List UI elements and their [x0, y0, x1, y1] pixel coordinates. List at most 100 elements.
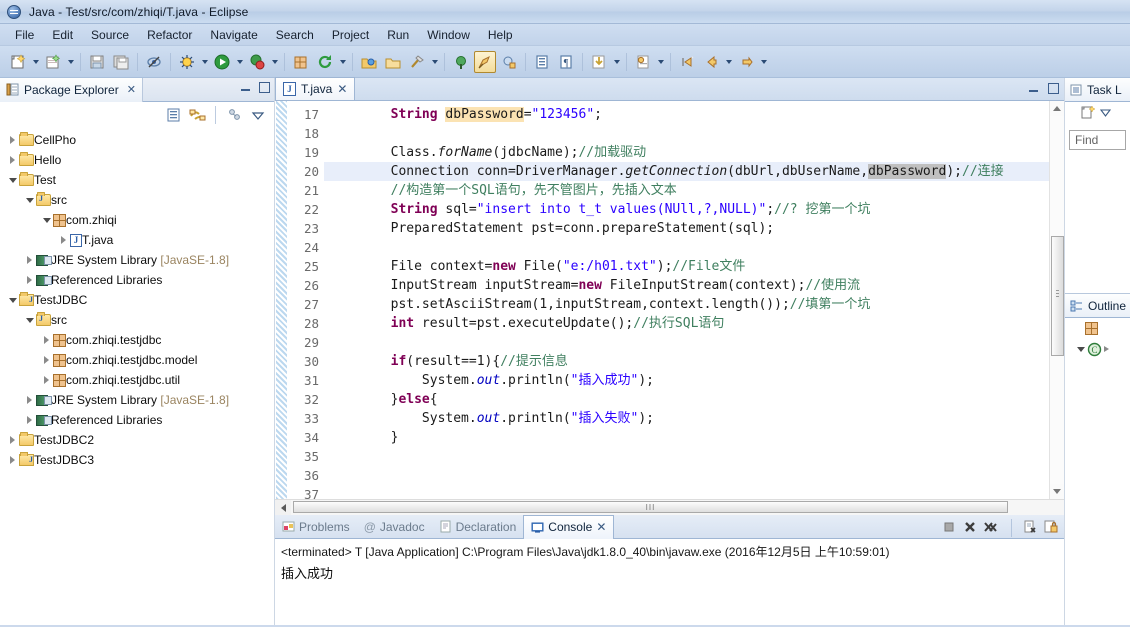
vertical-scroll-track[interactable] [1049, 116, 1064, 484]
menu-item-window[interactable]: Window [418, 26, 479, 44]
forward-icon[interactable] [735, 51, 757, 73]
scroll-left-arrow-icon[interactable] [275, 500, 291, 515]
tree-item[interactable]: com.zhiqi.testjdbc.model [0, 350, 274, 370]
debug-dropdown-arrow[interactable] [199, 51, 210, 73]
quick-access-dropdown-arrow[interactable] [655, 51, 666, 73]
code-line[interactable]: System.out.println("插入失败"); [324, 409, 1049, 428]
twisty-open-icon[interactable] [6, 298, 19, 303]
twisty-closed-icon[interactable] [23, 256, 36, 264]
twisty-open-icon[interactable] [1077, 346, 1085, 352]
code-line[interactable]: } [324, 428, 1049, 447]
tab-problems[interactable]: Problems [275, 515, 357, 539]
toggle-mark-occurrences-icon[interactable] [143, 51, 165, 73]
outline-item-class[interactable]: C [1065, 338, 1130, 360]
tab-console[interactable]: Console ✕ [523, 514, 615, 539]
tree-item[interactable]: com.zhiqi.testjdbc [0, 330, 274, 350]
code-line[interactable] [324, 333, 1049, 352]
next-annotation-icon[interactable] [450, 51, 472, 73]
twisty-closed-icon[interactable] [6, 456, 19, 464]
menu-item-refactor[interactable]: Refactor [138, 26, 201, 44]
quick-access-icon[interactable] [632, 51, 654, 73]
new-task-icon[interactable] [1081, 105, 1096, 123]
back-dropdown-arrow[interactable] [723, 51, 734, 73]
code-line[interactable]: PreparedStatement pst=conn.prepareStatem… [324, 219, 1049, 238]
download-dropdown-arrow[interactable] [611, 51, 622, 73]
editor-vertical-scrollbar[interactable] [1049, 101, 1064, 499]
minimize-icon[interactable] [1028, 83, 1039, 94]
twisty-closed-icon[interactable] [23, 416, 36, 424]
maximize-icon[interactable] [259, 82, 270, 93]
remove-launch-icon[interactable] [963, 520, 977, 537]
code-line[interactable]: File context=new File("e:/h01.txt");//Fi… [324, 257, 1049, 276]
tree-item[interactable]: TestJDBC [0, 290, 274, 310]
remove-all-terminated-icon[interactable] [984, 520, 1000, 537]
save-all-icon[interactable] [110, 51, 132, 73]
tree-item[interactable]: CellPho [0, 130, 274, 150]
outline-tabbar[interactable]: Outline [1065, 294, 1130, 318]
menu-item-project[interactable]: Project [323, 26, 378, 44]
menu-item-source[interactable]: Source [82, 26, 138, 44]
maximize-icon[interactable] [1048, 83, 1059, 94]
code-line[interactable]: int result=pst.executeUpdate();//执行SQL语句 [324, 314, 1049, 333]
search-icon[interactable] [406, 51, 428, 73]
menu-item-edit[interactable]: Edit [43, 26, 82, 44]
refresh-dropdown-arrow[interactable] [337, 51, 348, 73]
marker-bar[interactable] [275, 101, 290, 499]
close-icon[interactable]: ✕ [596, 520, 606, 534]
twisty-open-icon[interactable] [6, 178, 19, 183]
task-list-body[interactable] [1065, 150, 1130, 293]
tree-item[interactable]: Referenced Libraries [0, 270, 274, 290]
minimize-icon[interactable] [240, 82, 251, 93]
twisty-closed-icon[interactable] [6, 156, 19, 164]
code-line[interactable]: Connection conn=DriverManager.getConnect… [324, 162, 1049, 181]
menu-item-navigate[interactable]: Navigate [201, 26, 266, 44]
run-icon[interactable] [211, 51, 233, 73]
run-dropdown-arrow[interactable] [234, 51, 245, 73]
menu-item-search[interactable]: Search [267, 26, 323, 44]
refresh-icon[interactable] [314, 51, 336, 73]
focus-on-active-task-icon[interactable] [224, 106, 244, 124]
tree-item[interactable]: Hello [0, 150, 274, 170]
source-code-text[interactable]: String dbPassword="123456"; Class.forNam… [324, 101, 1049, 499]
code-line[interactable]: String dbPassword="123456"; [324, 105, 1049, 124]
code-line[interactable] [324, 238, 1049, 257]
debug-icon[interactable] [176, 51, 198, 73]
code-line[interactable]: }else{ [324, 390, 1049, 409]
code-line[interactable] [324, 447, 1049, 466]
open-resource-icon[interactable] [382, 51, 404, 73]
run-external-tools-icon[interactable] [246, 51, 268, 73]
twisty-open-icon[interactable] [40, 218, 53, 223]
twisty-closed-icon[interactable] [40, 356, 53, 364]
tree-item[interactable]: JRE System Library [JavaSE-1.8] [0, 390, 274, 410]
horizontal-scroll-track[interactable]: III [291, 500, 1064, 515]
close-icon[interactable]: ✕ [337, 82, 347, 96]
twisty-closed-icon[interactable] [6, 436, 19, 444]
new-wizard-icon[interactable] [7, 51, 29, 73]
outline-item-package[interactable] [1065, 318, 1130, 338]
chevron-right-icon[interactable] [1104, 346, 1109, 352]
code-line[interactable] [324, 485, 1049, 499]
new-java-project-dropdown-arrow[interactable] [65, 51, 76, 73]
twisty-closed-icon[interactable] [57, 236, 70, 244]
collapse-all-icon[interactable] [163, 106, 183, 124]
tree-item[interactable]: JRE System Library [JavaSE-1.8] [0, 250, 274, 270]
clear-console-icon[interactable] [1023, 520, 1037, 537]
pin-editor-icon[interactable] [474, 50, 496, 73]
tab-declaration[interactable]: Declaration [432, 515, 524, 539]
scroll-up-arrow-icon[interactable] [1050, 101, 1065, 116]
outline-body[interactable]: C [1065, 318, 1130, 625]
code-line[interactable] [324, 466, 1049, 485]
menu-item-file[interactable]: File [6, 26, 43, 44]
twisty-closed-icon[interactable] [6, 136, 19, 144]
code-line[interactable]: Class.forName(jdbcName);//加载驱动 [324, 143, 1049, 162]
task-find-input[interactable]: Find [1069, 130, 1126, 150]
code-line[interactable]: InputStream inputStream=new FileInputStr… [324, 276, 1049, 295]
chevron-down-icon[interactable] [1099, 107, 1112, 121]
code-line[interactable] [324, 124, 1049, 143]
editor-horizontal-scrollbar[interactable]: III [275, 499, 1064, 515]
tree-item[interactable]: Test [0, 170, 274, 190]
console-output-area[interactable]: <terminated> T [Java Application] C:\Pro… [275, 539, 1064, 625]
open-type-icon[interactable] [358, 51, 380, 73]
menu-item-run[interactable]: Run [378, 26, 418, 44]
download-icon[interactable] [588, 51, 610, 73]
